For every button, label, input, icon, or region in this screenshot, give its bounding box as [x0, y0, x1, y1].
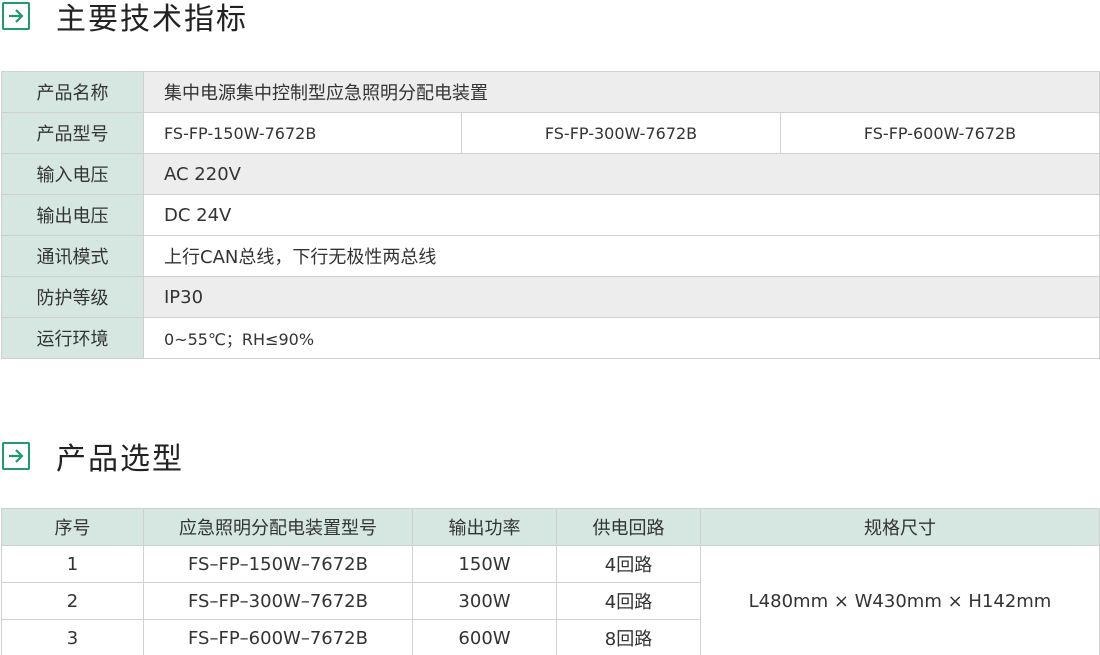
- arrow-right-icon: [2, 442, 30, 470]
- row-value: 集中电源集中控制型应急照明分配电装置: [143, 71, 1100, 113]
- row-label: 输入电压: [1, 153, 144, 195]
- row-label: 运行环境: [1, 317, 144, 359]
- row-circuits: 8回路: [556, 619, 701, 655]
- row-label: 防护等级: [1, 276, 144, 318]
- header-row: 序号 应急照明分配电装置型号 输出功率 供电回路 规格尺寸: [1, 508, 1100, 546]
- row-number: 1: [1, 545, 144, 583]
- size-cell: L480mm × W430mm × H142mm: [700, 545, 1100, 655]
- column-header: 供电回路: [556, 508, 701, 546]
- column-header: 序号: [1, 508, 144, 546]
- model-cell: FS-FP-300W-7672B: [461, 112, 781, 154]
- row-circuits: 4回路: [556, 545, 701, 583]
- row-power: 600W: [412, 619, 557, 655]
- table-row: 输出电压 DC 24V: [1, 194, 1100, 236]
- row-power: 150W: [412, 545, 557, 583]
- section-heading-specs: 主要技术指标: [0, 0, 248, 37]
- selection-table: 序号 应急照明分配电装置型号 输出功率 供电回路 规格尺寸 1 FS–FP–15…: [1, 508, 1100, 655]
- column-header: 规格尺寸: [700, 508, 1100, 546]
- table-row: 防护等级 IP30: [1, 276, 1100, 318]
- row-model: FS–FP–150W–7672B: [143, 545, 413, 583]
- row-number: 2: [1, 582, 144, 620]
- section-title: 产品选型: [56, 442, 184, 477]
- table-row: 输入电压 AC 220V: [1, 153, 1100, 195]
- column-header: 应急照明分配电装置型号: [143, 508, 413, 546]
- table-row: 1 FS–FP–150W–7672B 150W 4回路 L480mm × W43…: [1, 545, 1100, 655]
- section-heading-selection: 产品选型: [0, 436, 184, 477]
- spec-table: 产品名称 集中电源集中控制型应急照明分配电装置 产品型号 FS-FP-150W-…: [1, 71, 1100, 359]
- row-label: 输出电压: [1, 194, 144, 236]
- row-circuits: 4回路: [556, 582, 701, 620]
- row-value: AC 220V: [143, 153, 1100, 195]
- row-value: IP30: [143, 276, 1100, 318]
- row-number: 3: [1, 619, 144, 655]
- arrow-right-icon: [2, 2, 30, 30]
- row-label: 通讯模式: [1, 235, 144, 277]
- row-power: 300W: [412, 582, 557, 620]
- section-title: 主要技术指标: [56, 2, 248, 37]
- row-label: 产品型号: [1, 112, 144, 154]
- table-row: 产品名称 集中电源集中控制型应急照明分配电装置: [1, 71, 1100, 113]
- model-cell: FS-FP-150W-7672B: [143, 112, 462, 154]
- row-value: 上行CAN总线，下行无极性两总线: [143, 235, 1100, 277]
- column-header: 输出功率: [412, 508, 557, 546]
- row-label: 产品名称: [1, 71, 144, 113]
- table-row: 产品型号 FS-FP-150W-7672B FS-FP-300W-7672B F…: [1, 112, 1100, 154]
- row-model: FS–FP–600W–7672B: [143, 619, 413, 655]
- row-value: 0~55℃；RH≤90%: [143, 317, 1100, 359]
- model-cell: FS-FP-600W-7672B: [780, 112, 1100, 154]
- table-row: 通讯模式 上行CAN总线，下行无极性两总线: [1, 235, 1100, 277]
- row-model: FS–FP–300W–7672B: [143, 582, 413, 620]
- row-value: DC 24V: [143, 194, 1100, 236]
- table-row: 运行环境 0~55℃；RH≤90%: [1, 317, 1100, 359]
